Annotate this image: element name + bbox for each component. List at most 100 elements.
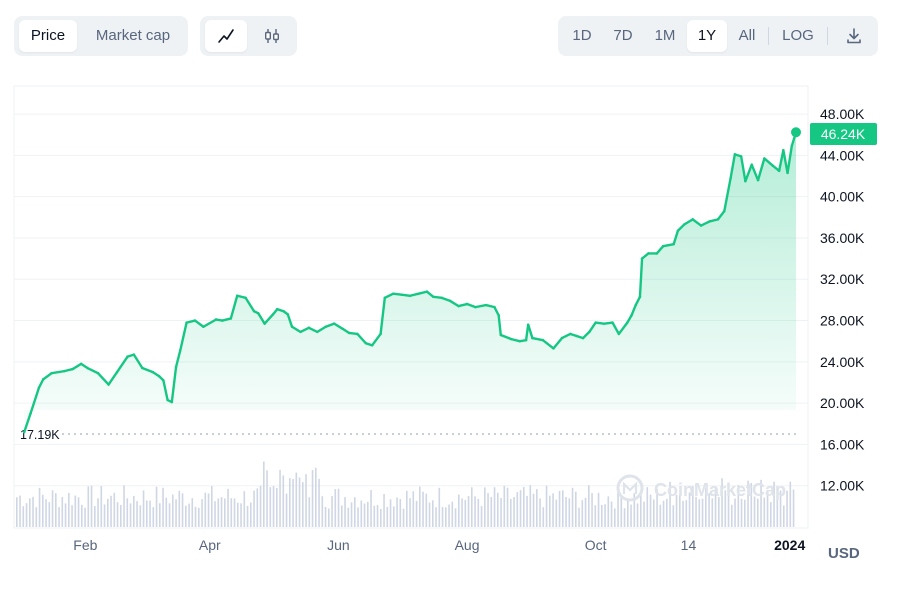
volume-bar [32,496,34,527]
volume-bar [103,504,106,527]
volume-bar [552,493,554,527]
volume-bar [185,505,187,527]
price-point [723,209,726,213]
volume-bar [490,497,493,527]
volume-bar [81,504,83,527]
price-point [214,318,218,321]
volume-bar [162,487,164,527]
volume-bar [604,504,606,527]
volume-bar [757,498,759,527]
price-point [244,296,247,300]
volume-bar [610,501,613,527]
volume-bar [227,488,229,527]
volume-bar [493,487,496,527]
volume-bar [354,497,356,527]
volume-bar [136,501,138,527]
volume-bar [718,497,720,527]
volume-bar [282,475,285,527]
volume-bar [289,478,291,527]
volume-bar [220,497,223,527]
price-point [782,149,785,152]
volume-bar [630,504,632,527]
volume-bar [324,507,327,527]
volume-bar [458,494,460,527]
price-point [518,339,521,343]
price-point [141,366,144,370]
y-tick-label: 36.00K [820,230,865,246]
volume-bar [428,502,431,527]
price-point [126,355,129,358]
price-point [683,223,686,226]
volume-bar [480,506,483,527]
price-point [252,310,256,313]
price-point [107,383,110,386]
volume-bar [487,493,489,527]
price-point [71,367,74,371]
price-point [41,378,45,381]
current-price-label: 46.24K [821,126,866,142]
volume-bar [581,500,584,527]
volume-bar [529,485,532,527]
volume-bar [571,487,574,527]
volume-bar [42,494,44,527]
volume-bar [578,507,580,527]
price-point [638,295,642,298]
volume-bar [380,508,382,527]
price-point [560,336,564,340]
volume-bar [734,498,736,527]
volume-bar [425,493,428,527]
volume-bar [594,505,597,527]
volume-bar [149,500,151,527]
volume-bar [100,486,103,527]
volume-bar [97,498,99,527]
volume-bar [113,492,116,527]
price-point [400,293,403,296]
price-point [263,322,266,325]
price-point [299,330,302,334]
volume-bar [217,498,220,527]
volume-bar [315,467,317,527]
volume-bar [237,502,239,527]
volume-bar [415,500,418,527]
volume-bar [636,503,639,527]
volume-bar [419,486,421,527]
price-point [531,336,534,340]
volume-bar [133,495,135,527]
volume-bar [614,508,616,527]
volume-bar [575,491,577,527]
volume-bar [412,491,415,527]
volume-bar [311,470,314,527]
price-point [316,330,319,334]
y-tick-label: 24.00K [820,354,865,370]
volume-bar [266,470,268,527]
volume-bar [448,504,450,527]
volume-bar [532,493,535,527]
price-point [282,310,285,313]
volume-bar [22,506,25,527]
price-line-segment [392,292,403,296]
volume-bar [201,499,203,527]
volume-bar [464,499,467,527]
volume-bar [763,497,766,527]
volume-bar [87,486,90,527]
volume-bar [211,486,213,527]
volume-bar [623,508,626,527]
price-point [510,337,513,341]
price-line-segment [432,295,443,300]
volume-bar [360,500,363,527]
volume-bar [64,503,67,527]
volume-bar [783,505,785,527]
price-chart[interactable]: CoinMarketCap 17.19K 12.00K16.00K20.00K2… [0,0,900,598]
volume-bar [328,508,330,527]
volume-bar [432,500,434,527]
volume-bar [146,500,148,527]
volume-bar [48,502,51,527]
volume-bar [695,497,697,527]
volume-bar [786,490,788,527]
price-point [575,334,578,338]
volume-bar [649,494,652,527]
price-point [630,314,633,317]
volume-bar [337,488,340,527]
volume-bar [350,502,353,527]
volume-bar [126,498,129,527]
